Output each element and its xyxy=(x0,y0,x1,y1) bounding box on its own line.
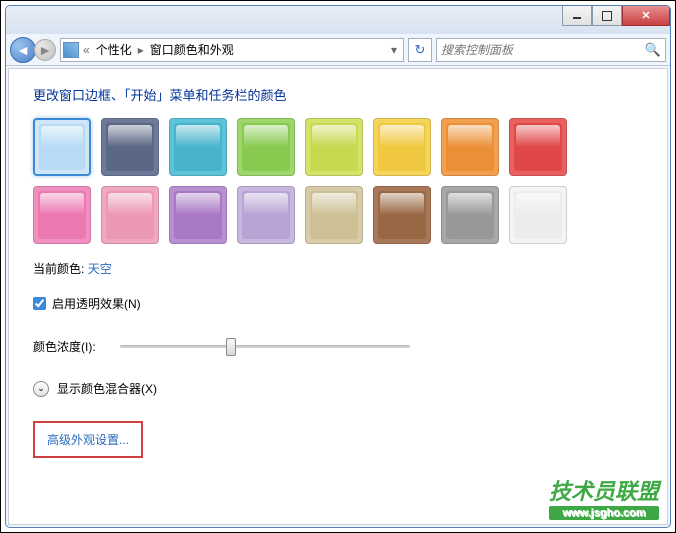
current-color-label: 当前颜色: xyxy=(33,262,84,276)
content-pane: 更改窗口边框、「开始」菜单和任务栏的颜色 当前颜色: 天空 启用透明效果(N) … xyxy=(8,68,668,525)
color-swatch-twilight[interactable] xyxy=(101,118,159,176)
advanced-link-highlight: 高级外观设置... xyxy=(33,421,143,458)
color-swatch-lavender[interactable] xyxy=(237,186,295,244)
breadcrumb-prefix: « xyxy=(81,43,92,57)
color-swatch-frost[interactable] xyxy=(509,186,567,244)
transparency-row[interactable]: 启用透明效果(N) xyxy=(33,295,643,312)
address-bar[interactable]: « 个性化 ▸ 窗口颜色和外观 ▾ xyxy=(60,38,404,62)
breadcrumb-personalization[interactable]: 个性化 xyxy=(92,39,136,60)
color-swatch-sun[interactable] xyxy=(373,118,431,176)
color-swatch-sea[interactable] xyxy=(169,118,227,176)
chevron-right-icon: ▸ xyxy=(136,43,146,57)
transparency-checkbox[interactable] xyxy=(33,297,46,310)
color-swatch-violet[interactable] xyxy=(169,186,227,244)
color-swatch-leaf[interactable] xyxy=(237,118,295,176)
slider-track xyxy=(120,345,410,348)
slider-thumb[interactable] xyxy=(226,338,236,356)
color-swatch-ruby[interactable] xyxy=(509,118,567,176)
current-color-row: 当前颜色: 天空 xyxy=(33,260,643,277)
watermark: 技术员联盟 www.jsgho.com xyxy=(549,474,659,520)
nav-row: ◄ ► « 个性化 ▸ 窗口颜色和外观 ▾ ↻ 🔍 xyxy=(6,34,670,66)
color-mixer-toggle[interactable]: ⌄ 显示颜色混合器(X) xyxy=(33,380,643,397)
page-title: 更改窗口边框、「开始」菜单和任务栏的颜色 xyxy=(33,85,643,104)
advanced-appearance-link[interactable]: 高级外观设置... xyxy=(47,433,129,447)
maximize-button[interactable] xyxy=(592,6,622,26)
mixer-label: 显示颜色混合器(X) xyxy=(57,380,157,397)
color-swatch-lime[interactable] xyxy=(305,118,363,176)
intensity-row: 颜色浓度(I): xyxy=(33,336,643,356)
transparency-label: 启用透明效果(N) xyxy=(52,295,141,312)
forward-button[interactable]: ► xyxy=(34,39,56,61)
back-button[interactable]: ◄ xyxy=(10,37,36,63)
search-bar[interactable]: 🔍 xyxy=(436,38,666,62)
intensity-label: 颜色浓度(I): xyxy=(33,338,96,355)
titlebar xyxy=(6,6,670,34)
chevron-down-icon: ⌄ xyxy=(33,381,49,397)
minimize-button[interactable] xyxy=(562,6,592,26)
color-swatch-sky[interactable] xyxy=(33,118,91,176)
close-button[interactable] xyxy=(622,6,670,26)
current-color-value: 天空 xyxy=(88,262,112,276)
address-dropdown[interactable]: ▾ xyxy=(387,43,401,57)
breadcrumb-window-color[interactable]: 窗口颜色和外观 xyxy=(146,39,238,60)
color-swatch-pumpkin[interactable] xyxy=(441,118,499,176)
search-icon[interactable]: 🔍 xyxy=(645,42,661,58)
color-swatch-taupe[interactable] xyxy=(305,186,363,244)
color-swatch-fuchsia[interactable] xyxy=(33,186,91,244)
color-swatch-chocolate[interactable] xyxy=(373,186,431,244)
control-panel-icon xyxy=(63,42,79,58)
color-swatch-slate[interactable] xyxy=(441,186,499,244)
intensity-slider[interactable] xyxy=(120,336,410,356)
refresh-button[interactable]: ↻ xyxy=(408,38,432,62)
color-swatches xyxy=(33,118,593,244)
breadcrumb: « 个性化 ▸ 窗口颜色和外观 xyxy=(81,39,238,60)
search-input[interactable] xyxy=(441,43,645,57)
color-swatch-blush[interactable] xyxy=(101,186,159,244)
